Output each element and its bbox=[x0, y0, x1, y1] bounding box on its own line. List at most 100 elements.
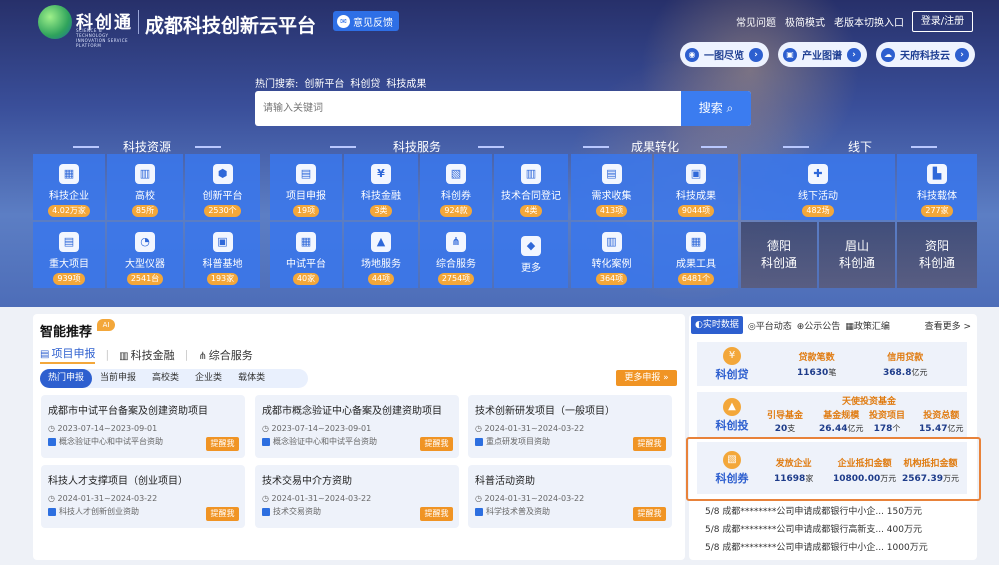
tile-label: 综合服务 bbox=[436, 259, 476, 270]
section-title-services: 科技服务 bbox=[330, 138, 504, 155]
tab-dynamics[interactable]: ◎平台动态 bbox=[748, 319, 792, 332]
faq-link[interactable]: 常见问题 bbox=[736, 14, 776, 29]
tile-services[interactable]: ⋔ 综合服务 2754项 bbox=[420, 222, 492, 288]
pill-label: 天府科技云 bbox=[900, 51, 950, 62]
tile-services[interactable]: ▲ 场地服务 44项 bbox=[344, 222, 418, 288]
tile-offline[interactable]: ▙ 科技载体 277家 bbox=[897, 154, 977, 220]
remind-me-button[interactable]: 提醒我 bbox=[420, 507, 453, 521]
tab-notice[interactable]: ⊕公示公告 bbox=[797, 319, 841, 332]
city-link[interactable]: 眉山 科创通 bbox=[819, 222, 895, 288]
remind-me-button[interactable]: 提醒我 bbox=[633, 437, 666, 451]
project-card[interactable]: 科普活动资助 ◷ 2024-01-31~2024-03-22 科学技术普及资助 提醒我 bbox=[468, 465, 672, 528]
search-button[interactable]: 搜索 ⌕ bbox=[681, 91, 751, 126]
tile-results[interactable]: ▤ 需求收集 413项 bbox=[571, 154, 652, 220]
view-more-link[interactable]: 查看更多 > bbox=[925, 319, 971, 332]
card-source-text: 技术交易资助 bbox=[273, 507, 321, 516]
tile-label: 科技载体 bbox=[917, 191, 957, 202]
remind-me-button[interactable]: 提醒我 bbox=[420, 437, 453, 451]
tile-offline[interactable]: ✚ 线下活动 482场 bbox=[741, 154, 895, 220]
tab-tech-finance[interactable]: ▥ 科技金融 bbox=[119, 347, 174, 363]
tile-count-badge: 2530个 bbox=[204, 205, 241, 217]
pill-industry-map[interactable]: ▣ 产业图谱 › bbox=[778, 42, 867, 67]
tile-count-badge: 413项 bbox=[595, 205, 628, 217]
kct-row[interactable]: ▲ 科创投 天使投资基金 引导基金 20支 基金规模 26.44亿元 投资项目 178个… bbox=[697, 392, 967, 438]
carrier-icon: ▙ bbox=[927, 164, 947, 184]
card-date: ◷ 2024-01-31~2024-03-22 bbox=[475, 424, 665, 433]
kcd-row[interactable]: ¥ 科创贷 贷款笔数 11630笔 信用贷款 368.8亿元 bbox=[697, 342, 967, 386]
tile-services[interactable]: ▤ 项目申报 19项 bbox=[270, 154, 342, 220]
old-version-link[interactable]: 老版本切换入口 bbox=[834, 14, 904, 29]
subtab-enterprise[interactable]: 企业类 bbox=[187, 369, 230, 388]
divider bbox=[138, 10, 139, 34]
stat-unit: 笔 bbox=[828, 368, 837, 377]
ai-badge: AI bbox=[97, 319, 115, 331]
tile-services[interactable]: ▧ 科创券 924款 bbox=[420, 154, 492, 220]
results-grid: ▤ 需求收集 413项 ▣ 科技成果 9044项 ▥ 转化案例 364项 ▦ 成果工具 6481个 bbox=[571, 154, 738, 288]
tile-label: 需求收集 bbox=[591, 191, 632, 202]
tile-label: 创新平台 bbox=[202, 191, 243, 202]
tile-resources[interactable]: ▦ 科技企业 4.02万家 bbox=[33, 154, 105, 220]
tab-label: 政策汇编 bbox=[853, 321, 890, 332]
login-button[interactable]: 登录/注册 bbox=[912, 11, 973, 32]
card-source-text: 科技人才创新创业资助 bbox=[59, 507, 139, 516]
city-link[interactable]: 资阳 科创通 bbox=[897, 222, 977, 288]
pill-tianfu-cloud[interactable]: ☁ 天府科技云 › bbox=[876, 42, 975, 67]
feedback-button[interactable]: ✉ 意见反馈 bbox=[333, 11, 399, 31]
tile-services[interactable]: ▦ 中试平台 40家 bbox=[270, 222, 342, 288]
tile-results[interactable]: ▥ 转化案例 364项 bbox=[571, 222, 652, 288]
project-card[interactable]: 成都市中试平台备案及创建资助项目 ◷ 2023-07-14~2023-09-01 概… bbox=[41, 395, 245, 458]
pill-overview[interactable]: ◉ 一图尽览 › bbox=[680, 42, 769, 67]
tile-services[interactable]: ▥ 技术合同登记 4类 bbox=[494, 154, 568, 220]
search-icon: ⌕ bbox=[726, 101, 734, 115]
card-date: ◷ 2023-07-14~2023-09-01 bbox=[48, 424, 238, 433]
card-date: ◷ 2024-01-31~2024-03-22 bbox=[48, 494, 238, 503]
project-card[interactable]: 科技人才支撑项目（创业项目） ◷ 2024-01-31~2024-03-22 科技人… bbox=[41, 465, 245, 528]
subtab-hot[interactable]: 热门申报 bbox=[40, 369, 93, 388]
services-grid: ▤ 项目申报 19项 ¥ 科技金融 3类 ▧ 科创券 924款 ▥ 技术合同登记 4类 ▦ 中试平台 40家… bbox=[270, 154, 568, 288]
tile-count-badge: 4.02万家 bbox=[48, 205, 90, 217]
tile-label: 科技金融 bbox=[361, 191, 401, 202]
tab-label: 项目申报 bbox=[51, 347, 96, 360]
logo-icon[interactable] bbox=[38, 5, 72, 39]
project-card[interactable]: 成都市概念验证中心备案及创建资助项目 ◷ 2023-07-14~2023-09-0… bbox=[255, 395, 459, 458]
subtab-carrier[interactable]: 载体类 bbox=[230, 369, 273, 388]
hot-search-item[interactable]: 科技成果 bbox=[386, 75, 426, 90]
report-icon: ▤ bbox=[40, 349, 50, 360]
tile-resources[interactable]: ▥ 高校 85所 bbox=[107, 154, 183, 220]
remind-me-button[interactable]: 提醒我 bbox=[633, 507, 666, 521]
tile-results[interactable]: ▦ 成果工具 6481个 bbox=[654, 222, 738, 288]
tile-services[interactable]: ◆ 更多 bbox=[494, 222, 568, 288]
stat-key: 投资项目 bbox=[869, 411, 906, 421]
grid-icon bbox=[48, 507, 56, 516]
org-chart-icon: ⋔ bbox=[446, 232, 466, 252]
tile-count-badge: 6481个 bbox=[677, 273, 715, 285]
subtab-university[interactable]: 高校类 bbox=[144, 369, 187, 388]
simple-mode-link[interactable]: 极简模式 bbox=[785, 14, 825, 29]
tile-results[interactable]: ▣ 科技成果 9044项 bbox=[654, 154, 738, 220]
tile-resources[interactable]: ⬢ 创新平台 2530个 bbox=[185, 154, 260, 220]
grid-more-icon: ◆ bbox=[521, 236, 541, 256]
city-link[interactable]: 德阳 科创通 bbox=[741, 222, 817, 288]
search-input[interactable] bbox=[263, 91, 663, 126]
more-apply-button[interactable]: 更多申报 » bbox=[616, 370, 677, 386]
tab-policy[interactable]: ▦政策汇编 bbox=[845, 319, 890, 332]
hot-search-item[interactable]: 创新平台 bbox=[304, 75, 344, 90]
tile-resources[interactable]: ▣ 科普基地 193家 bbox=[185, 222, 260, 288]
remind-me-button[interactable]: 提醒我 bbox=[206, 507, 239, 521]
project-card[interactable]: 技术交易中介方资助 ◷ 2024-01-31~2024-03-22 技术交易资助 提醒… bbox=[255, 465, 459, 528]
site-title: 成都科技创新云平台 bbox=[145, 15, 317, 37]
tab-realtime[interactable]: ◐实时数据 bbox=[691, 316, 743, 334]
kct-label: ▲ 科创投 bbox=[697, 392, 767, 438]
clock-icon: ◷ bbox=[262, 424, 272, 433]
tab-project-apply[interactable]: ▤ 项目申报 bbox=[40, 345, 96, 364]
tile-resources[interactable]: ▤ 重大项目 939项 bbox=[33, 222, 105, 288]
subtab-current[interactable]: 当前申报 bbox=[92, 369, 144, 388]
remind-me-button[interactable]: 提醒我 bbox=[206, 437, 239, 451]
tab-general-service[interactable]: ⋔ 综合服务 bbox=[198, 347, 252, 363]
project-card[interactable]: 技术创新研发项目（一般项目） ◷ 2024-01-31~2024-03-22 重点研… bbox=[468, 395, 672, 458]
tile-resources[interactable]: ◔ 大型仪器 2541台 bbox=[107, 222, 183, 288]
tile-label: 技术合同登记 bbox=[501, 191, 561, 202]
hot-search-item[interactable]: 科创贷 bbox=[350, 75, 380, 90]
tile-services[interactable]: ¥ 科技金融 3类 bbox=[344, 154, 418, 220]
tile-label: 高校 bbox=[135, 191, 155, 202]
